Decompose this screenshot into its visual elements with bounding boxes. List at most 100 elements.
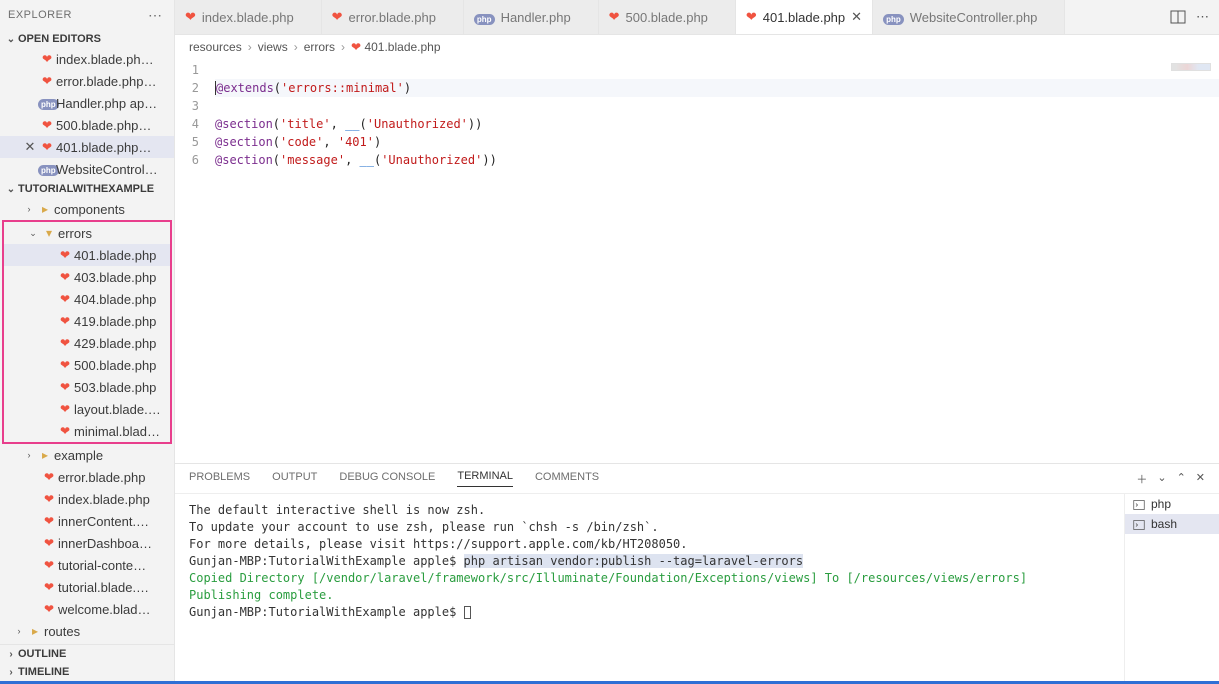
file-item[interactable]: ❤429.blade.php [4,332,170,354]
folder-routes[interactable]: › ▸ routes [0,620,174,642]
laravel-icon: ❤ [56,248,74,262]
editor-tab[interactable]: ❤500.blade.php✕ [599,0,736,34]
file-item[interactable]: ❤welcome.blad… [0,598,174,620]
outline-section[interactable]: › OUTLINE [0,645,174,663]
php-icon: php [474,10,495,25]
laravel-icon: ❤ [185,9,196,25]
laravel-icon: ❤ [332,9,343,25]
explorer-sidebar: EXPLORER ⋯ ⌄ OPEN EDITORS ❤index.blade.p… [0,0,175,681]
laravel-icon: ❤ [40,514,58,528]
open-editor-item[interactable]: phpHandler.php ap… [0,92,174,114]
laravel-icon: ❤ [40,602,58,616]
close-icon[interactable]: ✕ [851,9,862,25]
file-label: index.blade.ph… [56,52,154,67]
laravel-icon: ❤ [609,9,620,25]
file-label: error.blade.php [58,470,145,485]
terminal-icon [1133,497,1145,511]
breadcrumb-item[interactable]: views [258,40,288,54]
timeline-label: TIMELINE [18,666,69,678]
tab-label: 500.blade.php [626,10,708,25]
chevron-down-icon: ⌄ [4,34,18,45]
file-label: 403.blade.php [74,270,156,285]
split-editor-icon[interactable] [1170,9,1186,26]
breadcrumb[interactable]: resources›views›errors›❤ 401.blade.php [175,35,1219,59]
file-label: 429.blade.php [74,336,156,351]
terminal-instance[interactable]: php [1125,494,1219,514]
file-label: WebsiteControl… [56,162,158,177]
project-section[interactable]: ⌄ TUTORIALWITHEXAMPLE [0,180,174,198]
panel-tab-debug-console[interactable]: DEBUG CONSOLE [339,471,435,487]
minimap[interactable] [1171,63,1211,71]
close-icon[interactable]: ✕ [1196,471,1205,487]
file-item[interactable]: ❤layout.blade.… [4,398,170,420]
laravel-icon: ❤ [56,292,74,306]
panel-tabs: PROBLEMS OUTPUT DEBUG CONSOLE TERMINAL COMME… [175,464,1219,494]
panel-actions: ＋ ⌄ ⌃ ✕ [1136,471,1205,487]
breadcrumb-item[interactable]: ❤ 401.blade.php [351,40,440,54]
more-icon[interactable]: ⋯ [144,7,166,24]
open-editor-item[interactable]: ❤index.blade.ph… [0,48,174,70]
folder-label: routes [44,624,80,639]
editor-tab[interactable]: ❤401.blade.php✕ [736,0,873,34]
open-editor-item[interactable]: phpWebsiteControl… [0,158,174,180]
editor-tab[interactable]: ❤error.blade.php✕ [322,0,464,34]
editor-body[interactable]: 123456 @extends('errors::minimal') @sect… [175,59,1219,463]
panel-tab-terminal[interactable]: TERMINAL [457,470,513,487]
file-item[interactable]: ❤419.blade.php [4,310,170,332]
file-label: layout.blade.… [74,402,161,417]
chevron-down-icon: ⌄ [26,228,40,239]
panel-tab-problems[interactable]: PROBLEMS [189,471,250,487]
panel-tab-output[interactable]: OUTPUT [272,471,317,487]
file-item[interactable]: ❤404.blade.php [4,288,170,310]
file-item[interactable]: ❤tutorial-conte… [0,554,174,576]
folder-example[interactable]: › ▸ example [0,444,174,466]
file-item[interactable]: ❤503.blade.php [4,376,170,398]
php-icon: php [38,96,56,110]
open-editors-section[interactable]: ⌄ OPEN EDITORS [0,30,174,48]
code-content[interactable]: @extends('errors::minimal') @section('ti… [215,59,1219,463]
tab-label: index.blade.php [202,10,294,25]
file-tree: › ▸ components ⌄ ▾ errors ❤401.blade.php… [0,198,174,644]
editor-tab[interactable]: phpHandler.php✕ [464,0,599,34]
open-editor-item[interactable]: ❤500.blade.php… [0,114,174,136]
file-item[interactable]: ❤401.blade.php [4,244,170,266]
chevron-down-icon[interactable]: ⌄ [1157,471,1166,487]
panel-tab-comments[interactable]: COMMENTS [535,471,599,487]
folder-icon: ▸ [36,448,54,462]
file-item[interactable]: ❤innerDashboa… [0,532,174,554]
file-item[interactable]: ❤minimal.blad… [4,420,170,442]
tabs-actions: ⋯ [1160,9,1219,26]
tab-label: Handler.php [501,10,571,25]
file-item[interactable]: ❤403.blade.php [4,266,170,288]
open-editors-label: OPEN EDITORS [18,33,101,45]
close-icon[interactable]: ✕ [22,139,38,155]
editor-tab[interactable]: phpWebsiteController.php✕ [873,0,1065,34]
chevron-right-icon: › [22,450,36,460]
laravel-icon: ❤ [38,74,56,88]
laravel-icon: ❤ [38,52,56,66]
editor-tab[interactable]: ❤index.blade.php✕ [175,0,322,34]
terminal-instance[interactable]: bash [1125,514,1219,534]
laravel-icon: ❤ [38,118,56,132]
file-item[interactable]: ❤error.blade.php [0,466,174,488]
new-terminal-icon[interactable]: ＋ [1136,471,1147,487]
laravel-icon: ❤ [40,580,58,594]
laravel-icon: ❤ [56,270,74,284]
file-item[interactable]: ❤innerContent.… [0,510,174,532]
folder-errors[interactable]: ⌄ ▾ errors [4,222,170,244]
php-icon: php [38,162,56,176]
editor-area: ❤ index.blade.php ✕ ❤error.blade.php✕ php Han… [175,0,1219,681]
file-item[interactable]: ❤tutorial.blade.… [0,576,174,598]
file-item[interactable]: ❤index.blade.php [0,488,174,510]
breadcrumb-item[interactable]: errors [304,40,335,54]
folder-open-icon: ▾ [40,226,58,240]
breadcrumb-item[interactable]: resources [189,40,242,54]
terminal-output[interactable]: The default interactive shell is now zsh… [175,494,1124,681]
chevron-up-icon[interactable]: ⌃ [1177,471,1186,487]
more-icon[interactable]: ⋯ [1196,9,1209,25]
folder-components[interactable]: › ▸ components [0,198,174,220]
open-editor-item[interactable]: ✕❤401.blade.php… [0,136,174,158]
open-editor-item[interactable]: ❤error.blade.php… [0,70,174,92]
file-item[interactable]: ❤500.blade.php [4,354,170,376]
timeline-section[interactable]: › TIMELINE [0,663,174,681]
